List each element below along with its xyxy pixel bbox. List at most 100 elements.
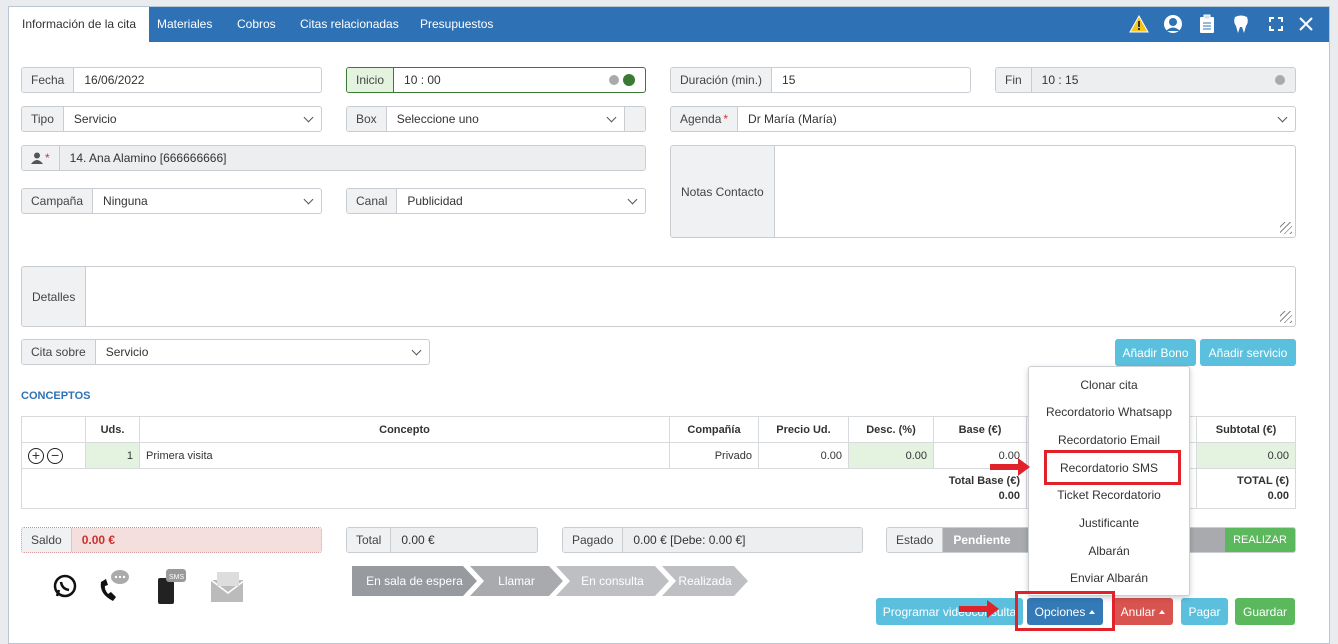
duracion-field[interactable]: Duración (min.) 15	[670, 67, 971, 93]
cita-sobre-text: Servicio	[105, 345, 149, 359]
step-realizada[interactable]: Realizada	[662, 566, 748, 596]
menu-ticket-recordatorio[interactable]: Ticket Recordatorio	[1029, 488, 1189, 502]
menu-enviar-albaran[interactable]: Enviar Albarán	[1029, 571, 1189, 585]
detalles-field[interactable]: Detalles	[21, 266, 1296, 327]
fecha-value[interactable]: 16/06/2022	[74, 68, 321, 92]
conceptos-title: CONCEPTOS	[21, 390, 91, 402]
tipo-text: Servicio	[73, 112, 117, 126]
phone-icon[interactable]	[97, 567, 131, 605]
warning-icon[interactable]	[1128, 13, 1150, 35]
cell-desc[interactable]: 0.00	[848, 442, 934, 469]
sms-icon[interactable]: SMS	[155, 567, 189, 605]
guardar-button[interactable]: Guardar	[1235, 598, 1295, 625]
cell-precio[interactable]: 0.00	[758, 442, 849, 469]
tab-presupuestos[interactable]: Presupuestos	[420, 7, 493, 42]
tipo-value[interactable]: Servicio	[64, 107, 321, 131]
menu-clonar-cita[interactable]: Clonar cita	[1029, 378, 1189, 392]
total-field: Total 0.00 €	[346, 527, 538, 553]
clear-icon	[1275, 75, 1285, 85]
cell-concepto: Primera visita	[139, 442, 670, 469]
tooth-icon[interactable]	[1230, 13, 1252, 35]
inicio-field[interactable]: Inicio 10 : 00	[346, 67, 646, 93]
notas-contacto-field[interactable]: Notas Contacto	[670, 145, 1296, 238]
check-icon[interactable]	[623, 74, 635, 86]
caret-up-icon	[1159, 609, 1166, 614]
agenda-text: Dr María (María)	[748, 112, 837, 126]
tab-materiales[interactable]: Materiales	[157, 7, 212, 42]
cell-uds[interactable]: 1	[85, 442, 140, 469]
remove-icon[interactable]: −	[47, 447, 64, 464]
total-field-value: 0.00 €	[391, 528, 537, 552]
menu-recordatorio-whatsapp[interactable]: Recordatorio Whatsapp	[1029, 405, 1189, 419]
fullscreen-icon[interactable]	[1265, 13, 1287, 35]
fin-field: Fin 10 : 15	[995, 67, 1296, 93]
canal-value[interactable]: Publicidad	[397, 189, 645, 213]
step-sala-espera[interactable]: En sala de espera	[352, 566, 477, 596]
menu-albaran[interactable]: Albarán	[1029, 544, 1189, 558]
box-select[interactable]: Box Seleccione uno	[346, 106, 646, 132]
cita-sobre-select[interactable]: Cita sobre Servicio	[21, 339, 430, 365]
box-addon[interactable]	[625, 107, 645, 131]
cita-sobre-label: Cita sobre	[22, 340, 96, 364]
paciente-value[interactable]: 14. Ana Alamino [666666666]	[59, 146, 645, 170]
chevron-down-icon	[1277, 112, 1288, 123]
anular-label: Anular	[1120, 604, 1156, 619]
agenda-label: Agenda *	[671, 107, 739, 131]
col-uds: Uds.	[85, 416, 140, 443]
add-icon[interactable]: +	[28, 447, 44, 464]
campana-value[interactable]: Ninguna	[93, 189, 321, 213]
svg-text:SMS: SMS	[169, 574, 185, 581]
required-mark: *	[45, 151, 50, 165]
duracion-value[interactable]: 15	[772, 68, 970, 92]
pagado-value: 0.00 € [Debe: 0.00 €]	[623, 528, 862, 552]
pagar-button[interactable]: Pagar	[1181, 598, 1228, 625]
chevron-down-icon	[303, 112, 314, 123]
clear-icon[interactable]	[609, 75, 619, 85]
chevron-down-icon	[411, 345, 422, 356]
detalles-textarea[interactable]	[86, 267, 1295, 326]
total-base-value: 0.00	[998, 489, 1020, 502]
totals-spacer	[21, 468, 934, 509]
fin-label: Fin	[996, 68, 1032, 92]
cita-sobre-value[interactable]: Servicio	[96, 340, 429, 364]
agenda-select[interactable]: Agenda * Dr María (María)	[670, 106, 1296, 132]
agenda-value[interactable]: Dr María (María)	[738, 107, 1295, 131]
col-acciones	[21, 416, 86, 443]
anadir-servicio-button[interactable]: Añadir servicio	[1200, 339, 1296, 366]
required-mark: *	[723, 112, 729, 126]
resize-grip[interactable]	[1280, 311, 1292, 323]
notas-textarea[interactable]	[775, 146, 1295, 237]
box-value[interactable]: Seleccione uno	[387, 107, 625, 131]
appointment-window: Información de la cita Materiales Cobros…	[8, 6, 1330, 644]
user-icon[interactable]	[1162, 13, 1184, 35]
tipo-select[interactable]: Tipo Servicio	[21, 106, 322, 132]
step-llamar[interactable]: Llamar	[470, 566, 563, 596]
tab-citas-relacionadas[interactable]: Citas relacionadas	[300, 7, 399, 42]
anadir-bono-button[interactable]: Añadir Bono	[1115, 339, 1196, 366]
close-icon[interactable]	[1295, 13, 1317, 35]
menu-recordatorio-email[interactable]: Recordatorio Email	[1029, 433, 1189, 447]
inicio-time: 10 : 00	[404, 73, 441, 87]
resize-grip[interactable]	[1280, 222, 1292, 234]
anular-button[interactable]: Anular	[1113, 598, 1173, 625]
email-icon[interactable]	[209, 567, 243, 605]
whatsapp-icon[interactable]	[48, 567, 82, 605]
paciente-field[interactable]: * 14. Ana Alamino [666666666]	[21, 145, 646, 171]
canal-select[interactable]: Canal Publicidad	[346, 188, 646, 214]
cell-compania: Privado	[669, 442, 759, 469]
col-precio: Precio Ud.	[758, 416, 849, 443]
tab-cobros[interactable]: Cobros	[237, 7, 276, 42]
col-concepto: Concepto	[139, 416, 670, 443]
menu-justificante[interactable]: Justificante	[1029, 516, 1189, 530]
person-icon	[31, 152, 43, 164]
highlight-box-sms	[1044, 450, 1181, 485]
col-base: Base (€)	[933, 416, 1027, 443]
campana-select[interactable]: Campaña Ninguna	[21, 188, 322, 214]
inicio-value[interactable]: 10 : 00	[394, 68, 645, 92]
fecha-field[interactable]: Fecha 16/06/2022	[21, 67, 322, 93]
tab-informacion[interactable]: Información de la cita	[9, 7, 150, 42]
realizar-button[interactable]: REALIZAR	[1225, 528, 1295, 552]
programar-videoconsulta-button[interactable]: Programar videoconsulta	[876, 598, 1023, 625]
step-en-consulta[interactable]: En consulta	[556, 566, 669, 596]
clipboard-icon[interactable]	[1196, 13, 1218, 35]
